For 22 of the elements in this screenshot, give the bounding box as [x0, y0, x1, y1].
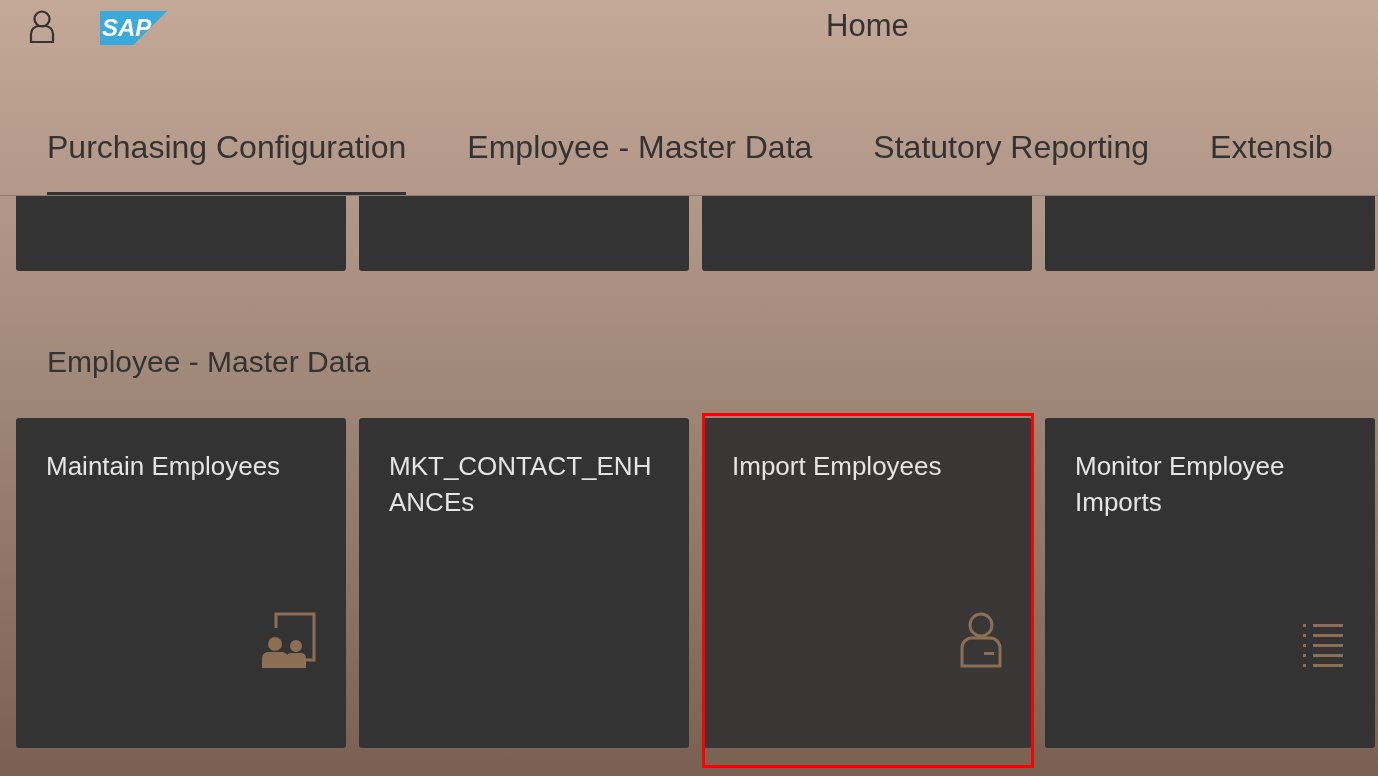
person-icon	[960, 612, 1002, 668]
people-icon	[260, 612, 316, 668]
tab[interactable]: Extensib	[1210, 127, 1333, 195]
sap-logo: SAP	[100, 11, 167, 45]
tile-title: Monitor Employee Imports	[1075, 450, 1286, 519]
tile[interactable]: MKT_CONTACT_ENHANCEs	[359, 418, 689, 748]
list-icon	[1303, 622, 1345, 668]
tile[interactable]	[16, 196, 346, 271]
tab[interactable]: Statutory Reporting	[873, 127, 1150, 195]
tile[interactable]: Monitor Employee Imports	[1045, 418, 1375, 748]
tile-title: Import Employees	[732, 450, 943, 483]
section-title: Employee - Master Data	[47, 344, 371, 380]
user-icon[interactable]	[28, 10, 56, 44]
tile-title: Maintain Employees	[46, 450, 282, 483]
tile[interactable]	[1045, 196, 1375, 271]
tile-title: MKT_CONTACT_ENHANCEs	[389, 450, 653, 519]
tile[interactable]	[702, 196, 1032, 271]
tile[interactable]	[359, 196, 689, 271]
tile[interactable]: Import Employees	[702, 418, 1032, 748]
page-title: Home	[826, 8, 909, 44]
tab[interactable]: Employee - Master Data	[467, 127, 813, 195]
tile[interactable]: Maintain Employees	[16, 418, 346, 748]
